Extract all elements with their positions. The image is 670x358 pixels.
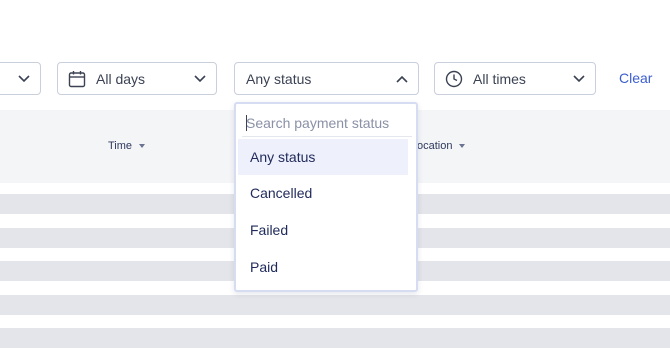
chevron-up-icon	[396, 75, 408, 83]
status-option-cancelled[interactable]: Cancelled	[238, 175, 408, 211]
option-label: Any status	[250, 149, 316, 165]
column-header-location[interactable]: ocation	[417, 140, 466, 152]
status-filter-label: Any status	[246, 70, 312, 87]
partial-filter-dropdown[interactable]	[0, 62, 41, 95]
option-label: Failed	[250, 222, 289, 238]
column-header-time[interactable]: Time	[108, 140, 146, 152]
table-row-placeholder	[0, 328, 670, 348]
status-option-any[interactable]: Any status	[238, 139, 408, 175]
payments-page: All days Any status All times Clear Time…	[0, 0, 670, 358]
option-label: Cancelled	[250, 185, 313, 201]
column-header-label: ocation	[417, 140, 453, 152]
chevron-down-icon	[573, 74, 585, 82]
text-cursor	[246, 115, 247, 131]
days-filter-label: All days	[96, 70, 146, 87]
column-header-label: Time	[108, 140, 133, 152]
status-option-paid[interactable]: Paid	[238, 249, 408, 285]
times-filter-label: All times	[473, 70, 526, 87]
chevron-down-icon	[18, 74, 30, 82]
status-filter-dropdown[interactable]: Any status	[234, 62, 419, 95]
chevron-down-icon	[194, 74, 206, 82]
sort-caret-icon	[459, 144, 466, 148]
status-dropdown-menu: Any status Cancelled Failed Paid	[234, 102, 418, 292]
table-row-placeholder	[0, 295, 670, 315]
clear-filters-link[interactable]: Clear	[619, 70, 652, 86]
status-option-failed[interactable]: Failed	[238, 212, 408, 248]
days-filter-dropdown[interactable]: All days	[57, 62, 217, 95]
times-filter-dropdown[interactable]: All times	[434, 62, 596, 95]
option-label: Paid	[250, 259, 279, 275]
clock-icon	[445, 70, 463, 87]
calendar-icon	[68, 70, 86, 87]
status-search-input[interactable]	[242, 110, 412, 137]
sort-caret-icon	[139, 144, 146, 148]
